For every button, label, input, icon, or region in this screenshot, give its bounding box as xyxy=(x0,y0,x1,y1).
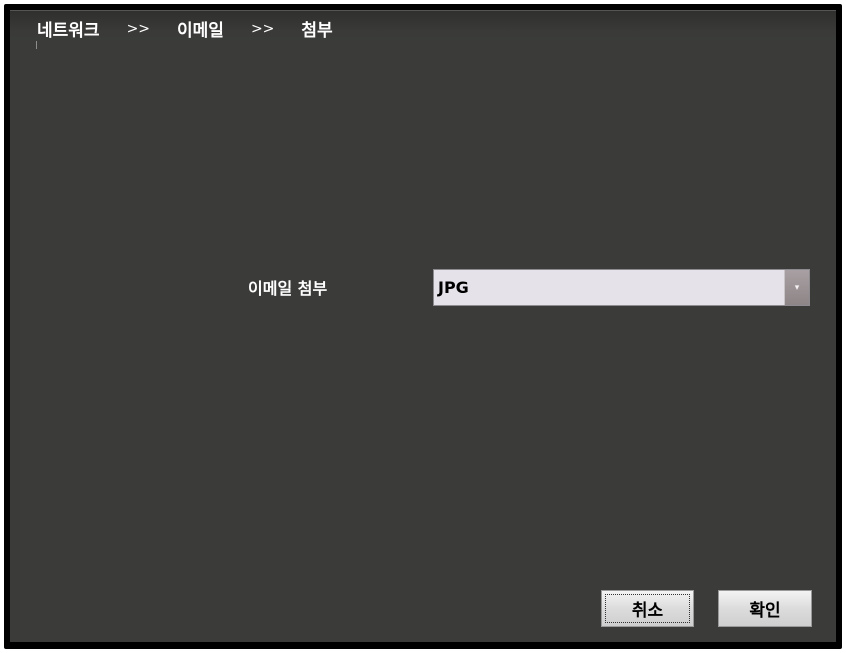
email-attachment-select[interactable]: JPG ▾ xyxy=(433,269,810,306)
email-attachment-panel: 네트워크 >> 이메일 >> 첨부 이메일 첨부 JPG ▾ 취소 확인 xyxy=(10,10,836,642)
title-divider-tick xyxy=(36,41,37,49)
breadcrumb: 네트워크 >> 이메일 >> 첨부 xyxy=(37,16,333,42)
dialog-window: 네트워크 >> 이메일 >> 첨부 이메일 첨부 JPG ▾ 취소 확인 xyxy=(4,4,842,649)
cancel-button[interactable]: 취소 xyxy=(601,590,694,627)
title-bar: 네트워크 >> 이메일 >> 첨부 xyxy=(10,10,836,49)
breadcrumb-attachment: 첨부 xyxy=(301,21,333,41)
breadcrumb-email: 이메일 xyxy=(177,21,224,41)
breadcrumb-separator: >> xyxy=(250,20,275,37)
email-attachment-label: 이메일 첨부 xyxy=(248,279,328,298)
breadcrumb-separator: >> xyxy=(126,20,151,37)
email-attachment-value: JPG xyxy=(438,278,469,297)
chevron-down-icon[interactable]: ▾ xyxy=(784,270,809,305)
breadcrumb-network: 네트워크 xyxy=(37,21,100,41)
ok-button[interactable]: 확인 xyxy=(718,590,812,627)
